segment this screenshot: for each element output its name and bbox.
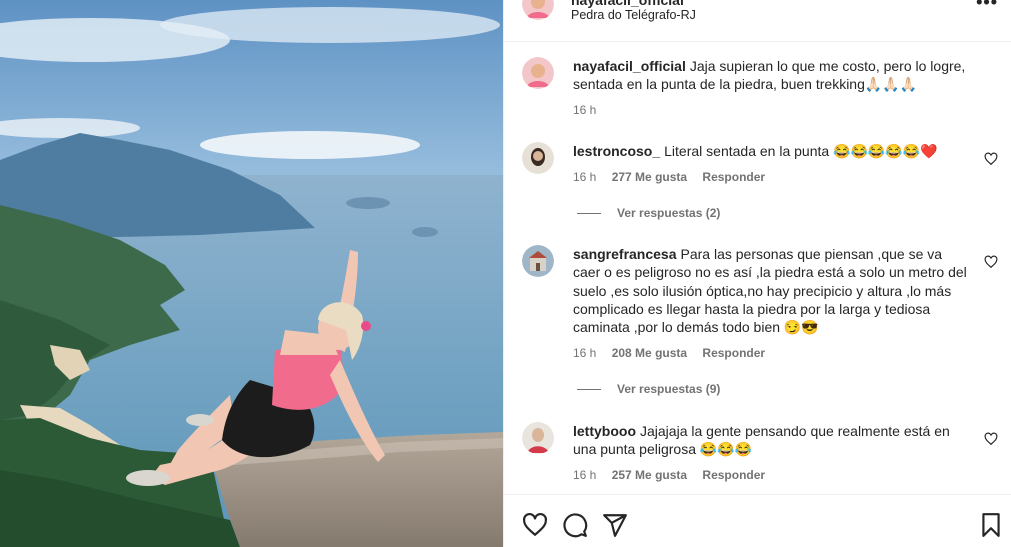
comment-likes[interactable]: 208 Me gusta (612, 346, 687, 360)
bookmark-save-icon[interactable] (978, 512, 1004, 538)
view-replies-label: Ver respuestas (9) (617, 382, 721, 396)
comment-item: sangrefrancesa Para las personas que pien… (522, 245, 998, 363)
post-header: nayafacil_official Pedra do Telégrafo-RJ… (504, 0, 1011, 42)
caption-author-avatar[interactable] (522, 57, 554, 89)
share-send-icon[interactable] (602, 512, 628, 538)
post-photo[interactable] (0, 0, 503, 547)
more-options-icon[interactable]: ••• (976, 0, 998, 13)
post-action-bar (504, 494, 1011, 547)
comment-username[interactable]: lestroncoso_ (573, 143, 660, 159)
comment-avatar[interactable] (522, 422, 554, 454)
comment-avatar[interactable] (522, 142, 554, 174)
comment-likes[interactable]: 257 Me gusta (612, 468, 687, 482)
heart-icon[interactable] (984, 152, 998, 166)
comment-time[interactable]: 16 h (573, 468, 596, 482)
view-replies-button[interactable]: Ver respuestas (9) (577, 382, 720, 396)
replies-divider (577, 213, 601, 215)
comment-time[interactable]: 16 h (573, 346, 596, 360)
post-panel: nayafacil_official Pedra do Telégrafo-RJ… (503, 0, 1011, 547)
comment-likes[interactable]: 277 Me gusta (612, 170, 687, 184)
replies-divider (577, 389, 601, 391)
comment-username[interactable]: lettybooo (573, 423, 636, 439)
like-heart-icon[interactable] (522, 512, 548, 538)
comment-time[interactable]: 16 h (573, 170, 596, 184)
post-author-username[interactable]: nayafacil_official (571, 0, 684, 8)
post-photo-scene (0, 0, 503, 547)
post-location[interactable]: Pedra do Telégrafo-RJ (571, 8, 696, 22)
comment-bubble-icon[interactable] (562, 512, 588, 538)
comment-username[interactable]: sangrefrancesa (573, 246, 677, 262)
reply-button[interactable]: Responder (702, 346, 765, 360)
heart-icon[interactable] (984, 432, 998, 446)
caption-username[interactable]: nayafacil_official (573, 58, 686, 74)
comment-avatar[interactable] (522, 245, 554, 277)
caption-time[interactable]: 16 h (573, 103, 596, 117)
reply-button[interactable]: Responder (702, 468, 765, 482)
comment-item: lestroncoso_ Literal sentada en la punta … (522, 142, 998, 186)
post-caption: nayafacil_official Jaja supieran lo que m… (522, 57, 992, 117)
comment-item: lettybooo Jajajaja la gente pensando que … (522, 422, 998, 486)
view-replies-label: Ver respuestas (2) (617, 206, 721, 220)
post-author-avatar[interactable] (522, 0, 554, 20)
comment-text: Literal sentada en la punta 😂😂😂😂😂❤️ (664, 143, 938, 159)
view-replies-button[interactable]: Ver respuestas (2) (577, 206, 720, 220)
reply-button[interactable]: Responder (702, 170, 765, 184)
heart-icon[interactable] (984, 255, 998, 269)
